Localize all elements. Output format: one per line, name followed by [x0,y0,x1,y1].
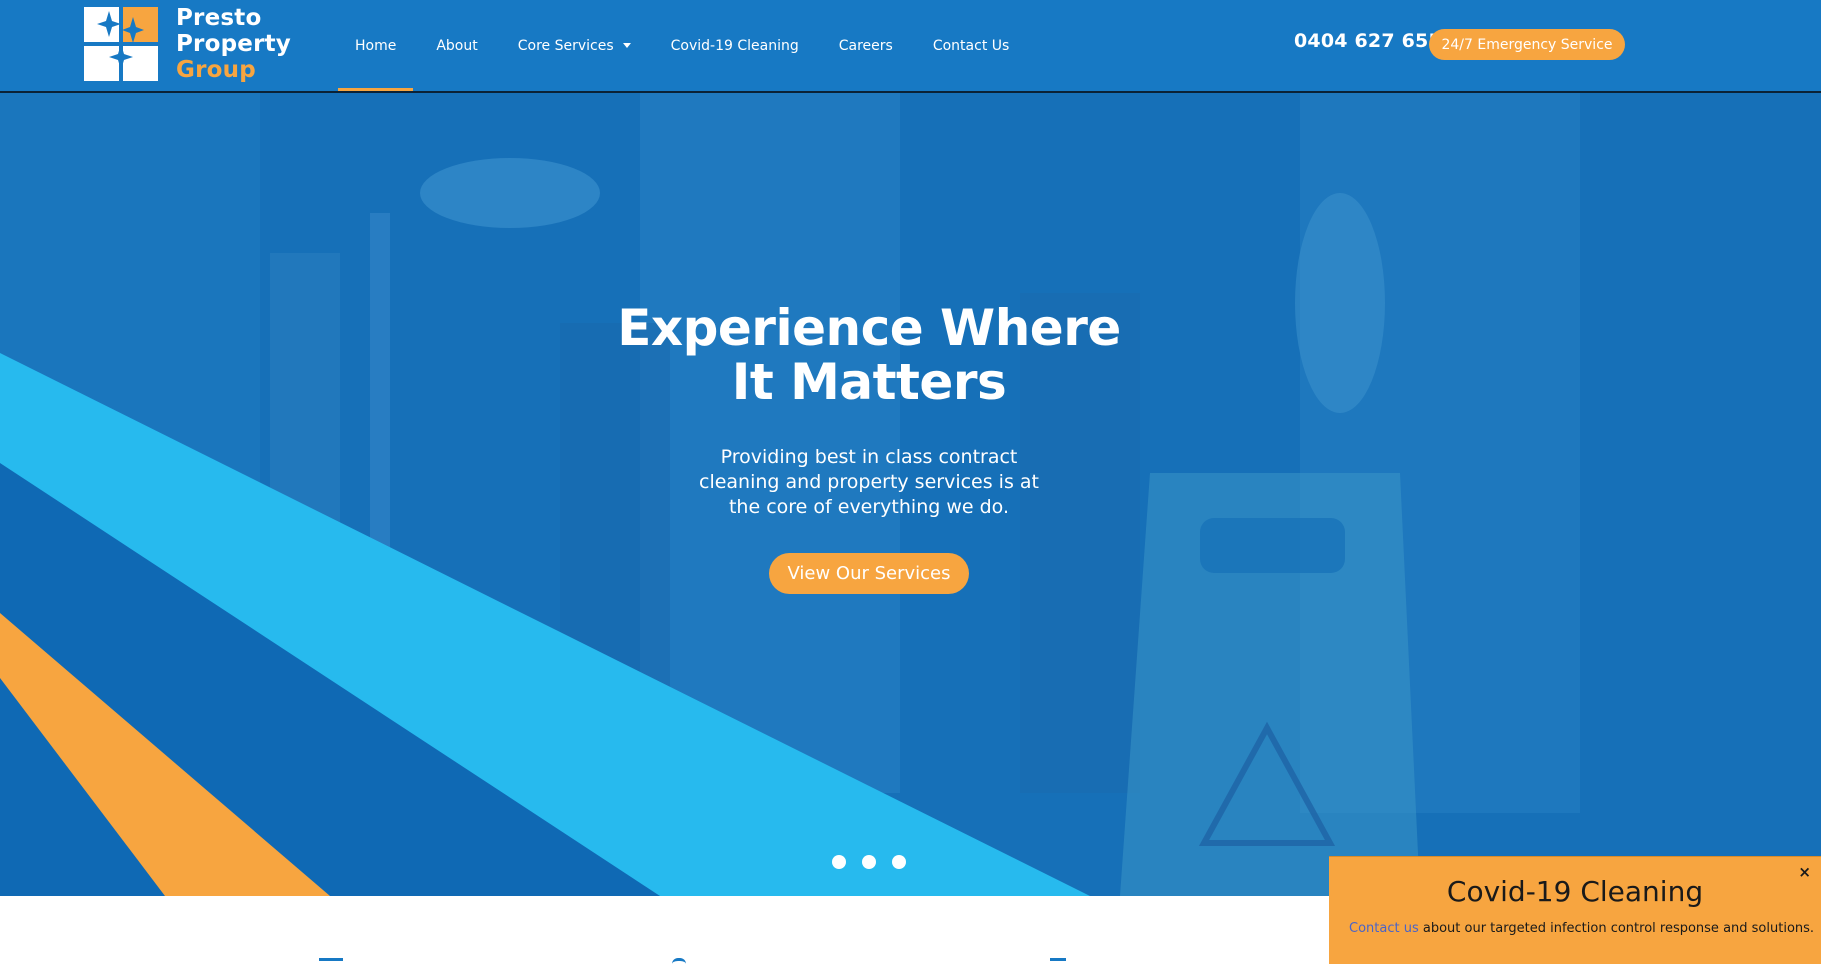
hero-title-line-2: It Matters [731,353,1007,411]
logo-mark-icon [84,7,158,81]
main-nav: Home About Core Services Covid-19 Cleani… [338,0,1026,91]
logo-line-2: Property [176,31,291,57]
logo-wordmark: Presto Property Group [176,5,291,83]
view-services-button[interactable]: View Our Services [769,553,969,594]
nav-item-contact-us[interactable]: Contact Us [916,0,1026,91]
nav-item-home[interactable]: Home [338,0,414,91]
nav-item-label: About [436,37,478,54]
emergency-service-button[interactable]: 24/7 Emergency Service [1429,29,1625,60]
slider-dot-3[interactable] [892,855,906,869]
slider-dot-1[interactable] [832,855,846,869]
service-icon [672,958,686,964]
nav-item-label: Careers [838,37,893,54]
hero-subtitle-line-3: the core of everything we do. [728,496,1010,518]
contact-us-link[interactable]: Contact us [1349,921,1419,936]
covid-popup-text: Contact us about our targeted infection … [1349,921,1814,936]
logo-line-3: Group [176,57,256,83]
hero-title: Experience Where It Matters [600,301,1138,409]
slider-dot-2[interactable] [862,855,876,869]
nav-item-core-services[interactable]: Core Services [501,0,648,91]
phone-number[interactable]: 0404 627 655 [1294,30,1442,52]
nav-item-label: Contact Us [932,37,1010,54]
nav-item-about[interactable]: About [419,0,494,91]
nav-item-covid-cleaning[interactable]: Covid-19 Cleaning [654,0,816,91]
nav-item-careers[interactable]: Careers [822,0,910,91]
logo-line-1: Presto [176,5,262,31]
caret-down-icon [622,43,631,48]
nav-item-label: Core Services [517,37,614,54]
logo[interactable]: Presto Property Group [84,5,291,83]
hero-slider: Experience Where It Matters Providing be… [0,93,1821,896]
nav-item-label: Home [355,37,397,54]
hero-title-line-1: Experience Where [617,299,1121,357]
covid-popup: × Covid-19 Cleaning Contact us about our… [1329,856,1821,964]
nav-item-label: Covid-19 Cleaning [670,37,799,54]
service-icon [319,958,343,964]
hero-subtitle: Providing best in class contract cleanin… [699,445,1039,520]
site-header: Presto Property Group Home About Core Se… [0,0,1821,93]
covid-popup-body: about our targeted infection control res… [1418,921,1815,936]
slider-dots [832,855,906,869]
covid-popup-title: Covid-19 Cleaning [1446,875,1704,908]
hero-content: Experience Where It Matters Providing be… [0,93,1821,896]
hero-subtitle-line-1: Providing best in class contract [720,446,1018,468]
hero-subtitle-line-2: cleaning and property services is at [699,471,1039,493]
service-icon [1050,958,1066,964]
page: Presto Property Group Home About Core Se… [0,0,1821,964]
